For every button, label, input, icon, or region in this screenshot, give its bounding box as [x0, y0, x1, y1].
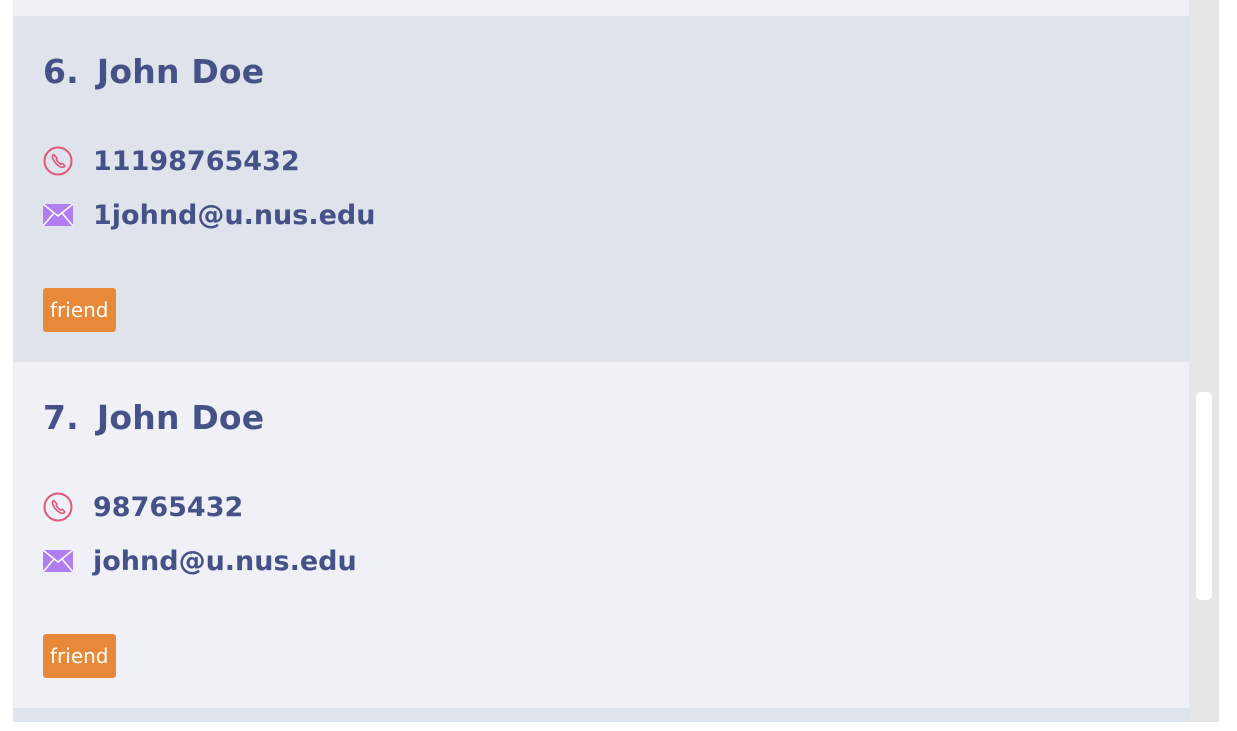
contact-phone-row: 11198765432: [43, 144, 300, 178]
contact-email-row: johnd@u.nus.edu: [43, 544, 357, 578]
contact-card[interactable]: 6. John Doe 11198765432 1johnd@u.nus.edu: [13, 16, 1189, 362]
phone-icon: [43, 146, 73, 176]
contact-email: johnd@u.nus.edu: [93, 545, 357, 577]
contact-title: 7. John Doe: [43, 398, 264, 437]
contact-name: John Doe: [96, 52, 265, 91]
contact-phone: 98765432: [93, 491, 244, 523]
contact-phone-row: 98765432: [43, 490, 243, 524]
next-card-edge: [13, 708, 1189, 722]
contact-name: John Doe: [96, 398, 265, 437]
envelope-icon: [43, 546, 73, 576]
vertical-scrollbar[interactable]: [1189, 0, 1219, 722]
tag-badge: friend: [43, 634, 116, 678]
previous-card-edge: [13, 0, 1189, 16]
contact-email-row: 1johnd@u.nus.edu: [43, 198, 375, 232]
contact-index: 6.: [43, 52, 79, 91]
phone-icon: [43, 492, 73, 522]
contact-card[interactable]: 7. John Doe 98765432 johnd@u.nus.edu frie: [13, 362, 1189, 708]
contact-email: 1johnd@u.nus.edu: [93, 199, 376, 231]
scrollbar-thumb[interactable]: [1196, 392, 1212, 600]
envelope-icon: [43, 200, 73, 230]
contact-index: 7.: [43, 398, 79, 437]
contact-list[interactable]: 6. John Doe 11198765432 1johnd@u.nus.edu: [13, 0, 1189, 722]
contact-phone: 11198765432: [93, 145, 300, 177]
contact-title: 6. John Doe: [43, 52, 264, 91]
tag-badge: friend: [43, 288, 116, 332]
